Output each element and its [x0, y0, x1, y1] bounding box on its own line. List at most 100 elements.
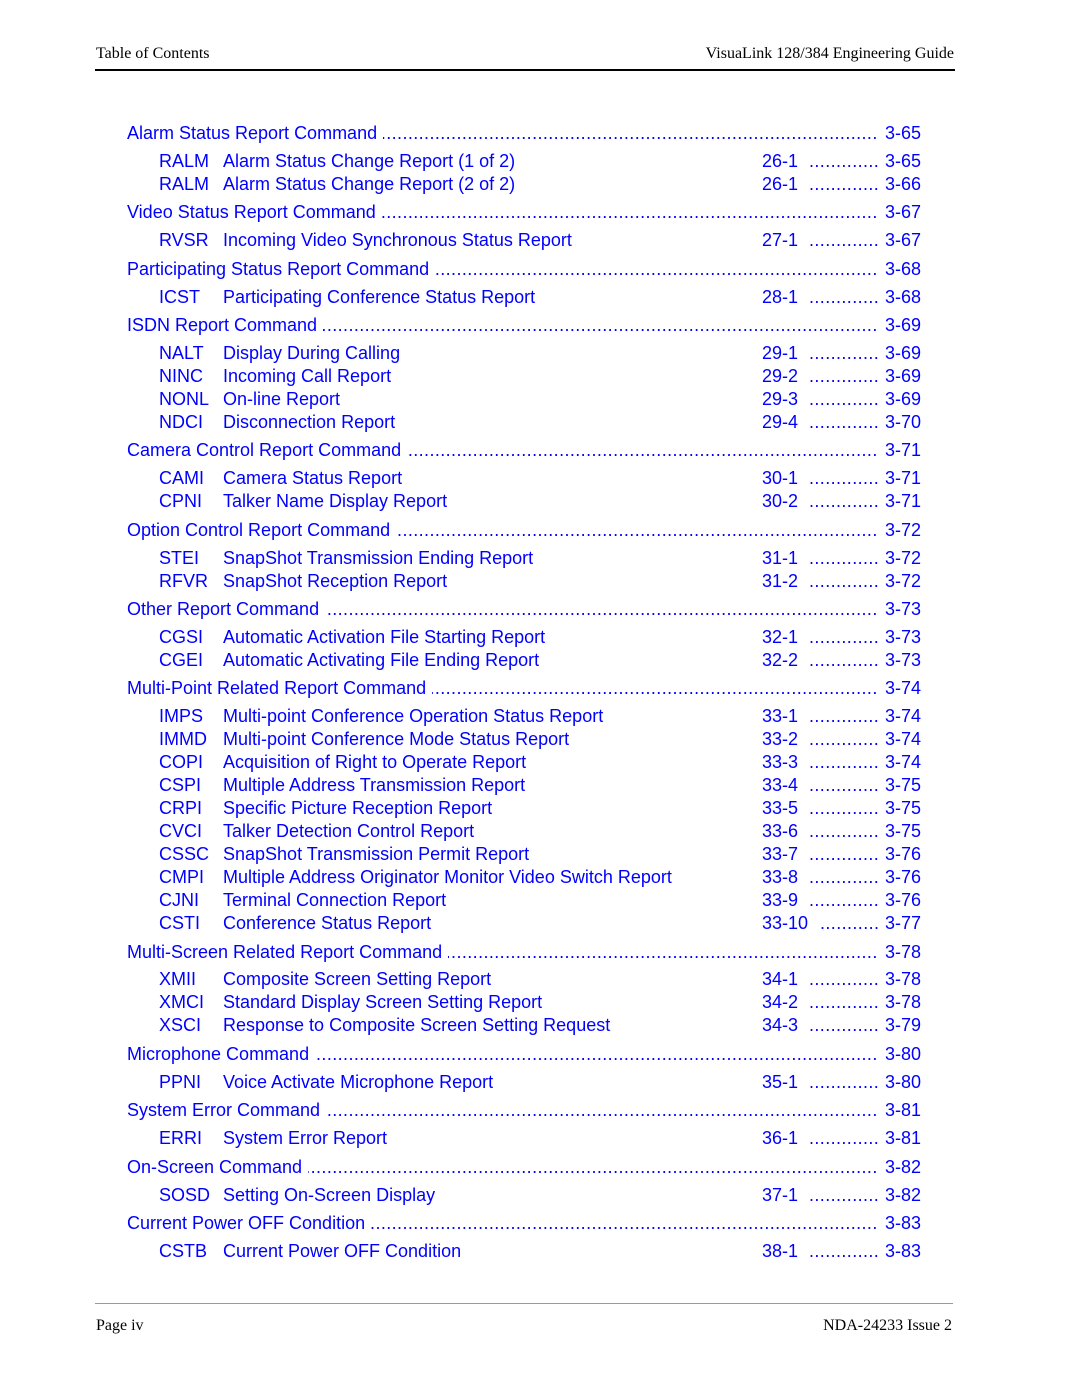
item-description: Terminal Connection Report [223, 890, 447, 910]
figure-number: 32-2 [762, 650, 799, 670]
command-code: CSPI [159, 775, 202, 795]
page-ref: 3-78 [884, 969, 921, 989]
toc-section-link[interactable]: ........................................… [0, 1212, 1080, 1234]
toc-item-link[interactable]: RALM Alarm Status Change Report (1 of 2) 2… [0, 150, 1080, 172]
toc-section-link[interactable]: ........................................… [0, 1043, 1080, 1065]
toc-item-link[interactable]: PPNI Voice Activate Microphone Report 35-1… [0, 1071, 1080, 1093]
dot-leader: ............. [809, 468, 879, 488]
dot-leader: ............. [809, 174, 879, 194]
section-title: Participating Status Report Command [127, 258, 436, 280]
command-code: CGSI [159, 627, 204, 647]
dot-leader: ............. [809, 627, 879, 647]
toc-item-link[interactable]: STEI SnapShot Transmission Ending Report 3… [0, 547, 1080, 569]
dot-leader: ............. [809, 890, 879, 910]
command-code: XSCI [159, 1015, 202, 1035]
item-description: Display During Calling [223, 343, 401, 363]
figure-number: 37-1 [762, 1185, 799, 1205]
toc-item-link[interactable]: ERRI System Error Report 36-1.............… [0, 1127, 1080, 1149]
page-ref: 3-76 [884, 867, 921, 887]
toc-section-link[interactable]: ........................................… [0, 1099, 1080, 1121]
toc-section-link[interactable]: ........................................… [0, 1156, 1080, 1178]
page-ref: 3-74 [884, 678, 921, 698]
toc-item-link[interactable]: RFVR SnapShot Reception Report 31-2.......… [0, 570, 1080, 592]
toc-item-link[interactable]: RVSR Incoming Video Synchronous Status Re… [0, 229, 1080, 251]
toc-item-link[interactable]: CAMI Camera Status Report 30-1............… [0, 467, 1080, 489]
toc-item-link[interactable]: IMMD Multi-point Conference Mode Status R… [0, 728, 1080, 750]
dot-leader: ............. [809, 844, 879, 864]
toc-item-link[interactable]: CGSI Automatic Activation File Starting R… [0, 626, 1080, 648]
page-ref: 3-66 [884, 174, 921, 194]
section-title: Microphone Command [127, 1043, 316, 1065]
dot-leader: ............. [809, 343, 879, 363]
page-ref: 3-78 [884, 942, 921, 962]
toc-item-link[interactable]: CSPI Multiple Address Transmission Report… [0, 774, 1080, 796]
section-title: On-Screen Command [127, 1156, 309, 1178]
toc-item-link[interactable]: XSCI Response to Composite Screen Setting… [0, 1014, 1080, 1036]
toc-item-link[interactable]: NALT Display During Calling 29-1..........… [0, 342, 1080, 364]
item-description: Composite Screen Setting Report [223, 969, 492, 989]
toc-item-link[interactable]: RALM Alarm Status Change Report (2 of 2) 2… [0, 173, 1080, 195]
toc-item-link[interactable]: COPI Acquisition of Right to Operate Repo… [0, 751, 1080, 773]
section-title: ISDN Report Command [127, 314, 324, 336]
toc-item-link[interactable]: ICST Participating Conference Status Repo… [0, 286, 1080, 308]
page-ref: 3-69 [884, 315, 921, 335]
command-code: RFVR [159, 571, 208, 591]
item-description: SnapShot Transmission Ending Report [223, 548, 534, 568]
item-description: Voice Activate Microphone Report [223, 1072, 494, 1092]
toc-section-link[interactable]: ........................................… [0, 519, 1080, 541]
toc-item-link[interactable]: XMCI Standard Display Screen Setting Repo… [0, 991, 1080, 1013]
figure-number: 30-2 [762, 491, 799, 511]
dot-leader: ............. [809, 650, 879, 670]
toc-section-link[interactable]: ........................................… [0, 598, 1080, 620]
page-ref: 3-67 [884, 230, 921, 250]
item-description: Response to Composite Screen Setting Req… [223, 1015, 611, 1035]
figure-number: 30-1 [762, 468, 799, 488]
toc-item-link[interactable]: CSTB Current Power OFF Condition 38-1.....… [0, 1240, 1080, 1262]
dot-leader: ............. [809, 729, 879, 749]
toc-item-link[interactable]: CJNI Terminal Connection Report 33-9......… [0, 889, 1080, 911]
command-code: ERRI [159, 1128, 203, 1148]
page-ref: 3-76 [884, 890, 921, 910]
toc-item-link[interactable]: XMII Composite Screen Setting Report 34-1.… [0, 968, 1080, 990]
toc-item-link[interactable]: CMPI Multiple Address Originator Monitor … [0, 866, 1080, 888]
page-ref: 3-65 [884, 151, 921, 171]
dot-leader: ............. [809, 775, 879, 795]
toc-item-link[interactable]: CVCI Talker Detection Control Report 33-6.… [0, 820, 1080, 842]
toc-item-link[interactable]: CSSC SnapShot Transmission Permit Report 3… [0, 843, 1080, 865]
toc-item-link[interactable]: NONL On-line Report 29-3............. 3-69 [0, 388, 1080, 410]
toc-item-link[interactable]: CPNI Talker Name Display Report 30-2......… [0, 490, 1080, 512]
figure-number: 33-7 [762, 844, 799, 864]
toc-section-link[interactable]: ........................................… [0, 314, 1080, 336]
item-description: Automatic Activation File Starting Repor… [223, 627, 546, 647]
toc-section-link[interactable]: ........................................… [0, 439, 1080, 461]
figure-number: 33-2 [762, 729, 799, 749]
page-ref: 3-73 [884, 650, 921, 670]
section-title: Option Control Report Command [127, 519, 397, 541]
toc-item-link[interactable]: CGEI Automatic Activating File Ending Rep… [0, 649, 1080, 671]
toc-section-link[interactable]: ........................................… [0, 122, 1080, 144]
toc-section-link[interactable]: ........................................… [0, 677, 1080, 699]
figure-number: 34-2 [762, 992, 799, 1012]
toc-item-link[interactable]: NDCI Disconnection Report 29-4............… [0, 411, 1080, 433]
item-description: Participating Conference Status Report [223, 287, 536, 307]
page-ref: 3-72 [884, 571, 921, 591]
toc-section-link[interactable]: ........................................… [0, 941, 1080, 963]
toc-item-link[interactable]: SOSD Setting On-Screen Display 37-1.......… [0, 1184, 1080, 1206]
figure-number: 33-10 [762, 913, 809, 933]
toc-item-link[interactable]: CSTI Conference Status Report 33-10.......… [0, 912, 1080, 934]
command-code: XMII [159, 969, 197, 989]
figure-number: 33-1 [762, 706, 799, 726]
toc-item-link[interactable]: IMPS Multi-point Conference Operation Sta… [0, 705, 1080, 727]
running-header-title: VisuaLink 128/384 Engineering Guide [705, 45, 954, 62]
item-description: Multi-point Conference Mode Status Repor… [223, 729, 570, 749]
toc-section-link[interactable]: ........................................… [0, 201, 1080, 223]
dot-leader: ............. [809, 1128, 879, 1148]
page-ref: 3-69 [884, 389, 921, 409]
toc-item-link[interactable]: CRPI Specific Picture Reception Report 33-… [0, 797, 1080, 819]
toc-item-link[interactable]: NINC Incoming Call Report 29-2............… [0, 365, 1080, 387]
page-ref: 3-81 [884, 1100, 921, 1120]
dot-leader: ............. [809, 230, 879, 250]
command-code: CGEI [159, 650, 204, 670]
toc-section-link[interactable]: ........................................… [0, 258, 1080, 280]
command-code: NALT [159, 343, 204, 363]
